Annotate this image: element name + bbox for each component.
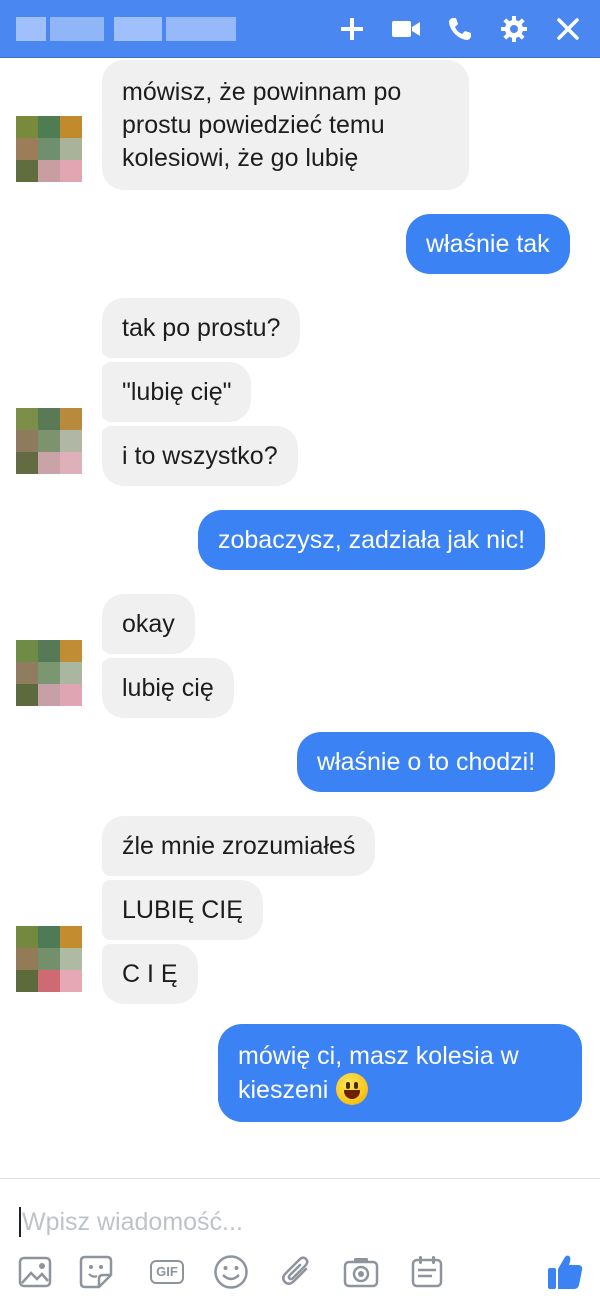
contact-avatar[interactable] [16,926,82,992]
sticker-icon[interactable] [77,1253,115,1291]
attachment-icon[interactable] [277,1253,315,1291]
incoming-message[interactable]: lubię cię [102,658,234,718]
incoming-message[interactable]: okay [102,594,195,654]
message-input[interactable] [22,1203,522,1241]
calendar-icon[interactable] [408,1253,446,1291]
incoming-message[interactable]: "lubię cię" [102,362,252,422]
camera-icon[interactable] [342,1253,380,1291]
contact-avatar[interactable] [16,116,82,182]
message-composer: GIF [0,1178,600,1298]
text-caret [19,1207,21,1237]
gif-label: GIF [150,1260,184,1284]
phone-call-icon[interactable] [442,11,478,47]
outgoing-message[interactable]: właśnie tak [406,214,570,274]
contact-avatar[interactable] [16,640,82,706]
image-icon[interactable] [16,1253,54,1291]
video-call-icon[interactable] [388,11,424,47]
contact-name-blurred [16,17,236,41]
incoming-message[interactable]: LUBIĘ CIĘ [102,880,263,940]
emoji-icon[interactable] [212,1253,250,1291]
incoming-message[interactable]: tak po prostu? [102,298,301,358]
contact-avatar[interactable] [16,408,82,474]
chat-header [0,0,600,58]
incoming-message[interactable]: mówisz, że powinnam po prostu powiedzieć… [102,60,469,190]
grinning-face-emoji-icon [336,1073,369,1106]
incoming-message[interactable]: i to wszystko? [102,426,298,486]
gif-icon[interactable]: GIF [148,1253,186,1291]
message-text: mówię ci, masz kolesia w kieszeni [238,1041,519,1106]
thumbs-up-icon[interactable] [544,1251,586,1293]
close-icon[interactable] [550,11,586,47]
incoming-message[interactable]: źle mnie zrozumiałeś [102,816,376,876]
message-thread[interactable]: mówisz, że powinnam po prostu powiedzieć… [0,58,600,1178]
outgoing-message[interactable]: właśnie o to chodzi! [297,732,556,792]
incoming-message[interactable]: C I Ę [102,944,198,1004]
outgoing-message[interactable]: zobaczysz, zadziała jak nic! [198,510,546,570]
outgoing-message[interactable]: mówię ci, masz kolesia w kieszeni [218,1024,582,1122]
settings-gear-icon[interactable] [496,11,532,47]
add-icon[interactable] [334,11,370,47]
